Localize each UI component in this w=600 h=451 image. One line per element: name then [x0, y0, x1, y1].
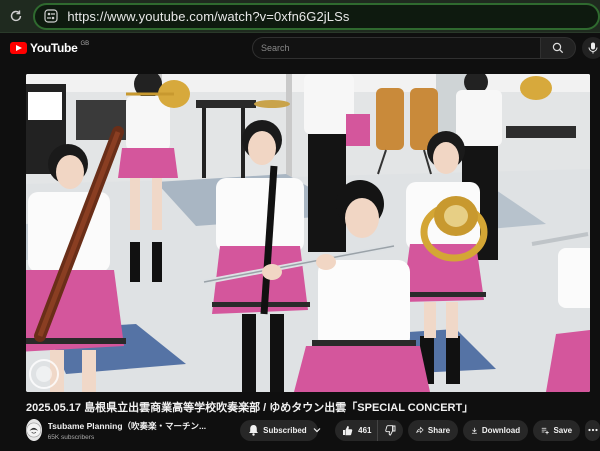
search-button[interactable]: [540, 37, 576, 59]
share-icon: [416, 426, 424, 434]
thumbs-up-icon: [343, 425, 353, 435]
reload-icon[interactable]: [2, 2, 29, 30]
subscribed-label: Subscribed: [263, 425, 307, 435]
share-label: Share: [427, 425, 451, 435]
youtube-play-icon: [10, 42, 27, 54]
site-info-icon[interactable]: [43, 8, 59, 24]
download-label: Download: [481, 425, 521, 435]
video-frame: [26, 74, 590, 392]
region-code: GB: [80, 41, 90, 47]
like-button[interactable]: 461: [335, 419, 379, 441]
channel-info: Tsubame Planning（吹奏楽・マーチン... 65K subscri…: [48, 420, 207, 441]
more-icon: [587, 428, 598, 432]
logo-text: YouTube: [30, 41, 78, 55]
video-title: 2025.05.17 島根県立出雲商業高等学校吹奏楽部 / ゆめタウン出雲「SP…: [26, 402, 474, 414]
like-dislike-group: 461: [335, 419, 404, 441]
save-label: Save: [553, 425, 573, 435]
download-icon: [472, 427, 477, 434]
youtube-logo[interactable]: YouTube GB: [10, 41, 89, 55]
channel-name[interactable]: Tsubame Planning（吹奏楽・マーチン...: [48, 420, 207, 432]
voice-search-button[interactable]: [582, 37, 600, 59]
share-button[interactable]: Share: [408, 419, 459, 441]
download-button[interactable]: Download: [463, 419, 529, 441]
search-icon: [552, 42, 564, 54]
save-icon: [541, 427, 549, 434]
browser-toolbar: https://www.youtube.com/watch?v=0xfn6G2j…: [0, 0, 600, 33]
subscriber-count: 65K subscribers: [47, 433, 95, 441]
mic-icon: [588, 42, 598, 54]
bell-icon: [248, 424, 259, 436]
chevron-down-icon: [313, 427, 321, 433]
url-text[interactable]: https://www.youtube.com/watch?v=0xfn6G2j…: [67, 9, 349, 24]
thumbs-down-icon: [385, 424, 396, 435]
subscribed-button[interactable]: Subscribed: [240, 419, 321, 441]
save-button[interactable]: Save: [533, 419, 581, 441]
like-count: 461: [358, 425, 372, 435]
video-player[interactable]: [26, 74, 590, 392]
dislike-button[interactable]: [378, 420, 403, 441]
address-bar[interactable]: https://www.youtube.com/watch?v=0xfn6G2j…: [33, 2, 600, 30]
search-input[interactable]: [252, 37, 540, 59]
search-bar: [252, 37, 576, 59]
video-actions-row: Tsubame Planning（吹奏楽・マーチン... 65K subscri…: [26, 418, 600, 442]
channel-avatar[interactable]: [26, 419, 42, 441]
more-actions-button[interactable]: [585, 419, 600, 441]
youtube-masthead: YouTube GB: [0, 33, 600, 63]
